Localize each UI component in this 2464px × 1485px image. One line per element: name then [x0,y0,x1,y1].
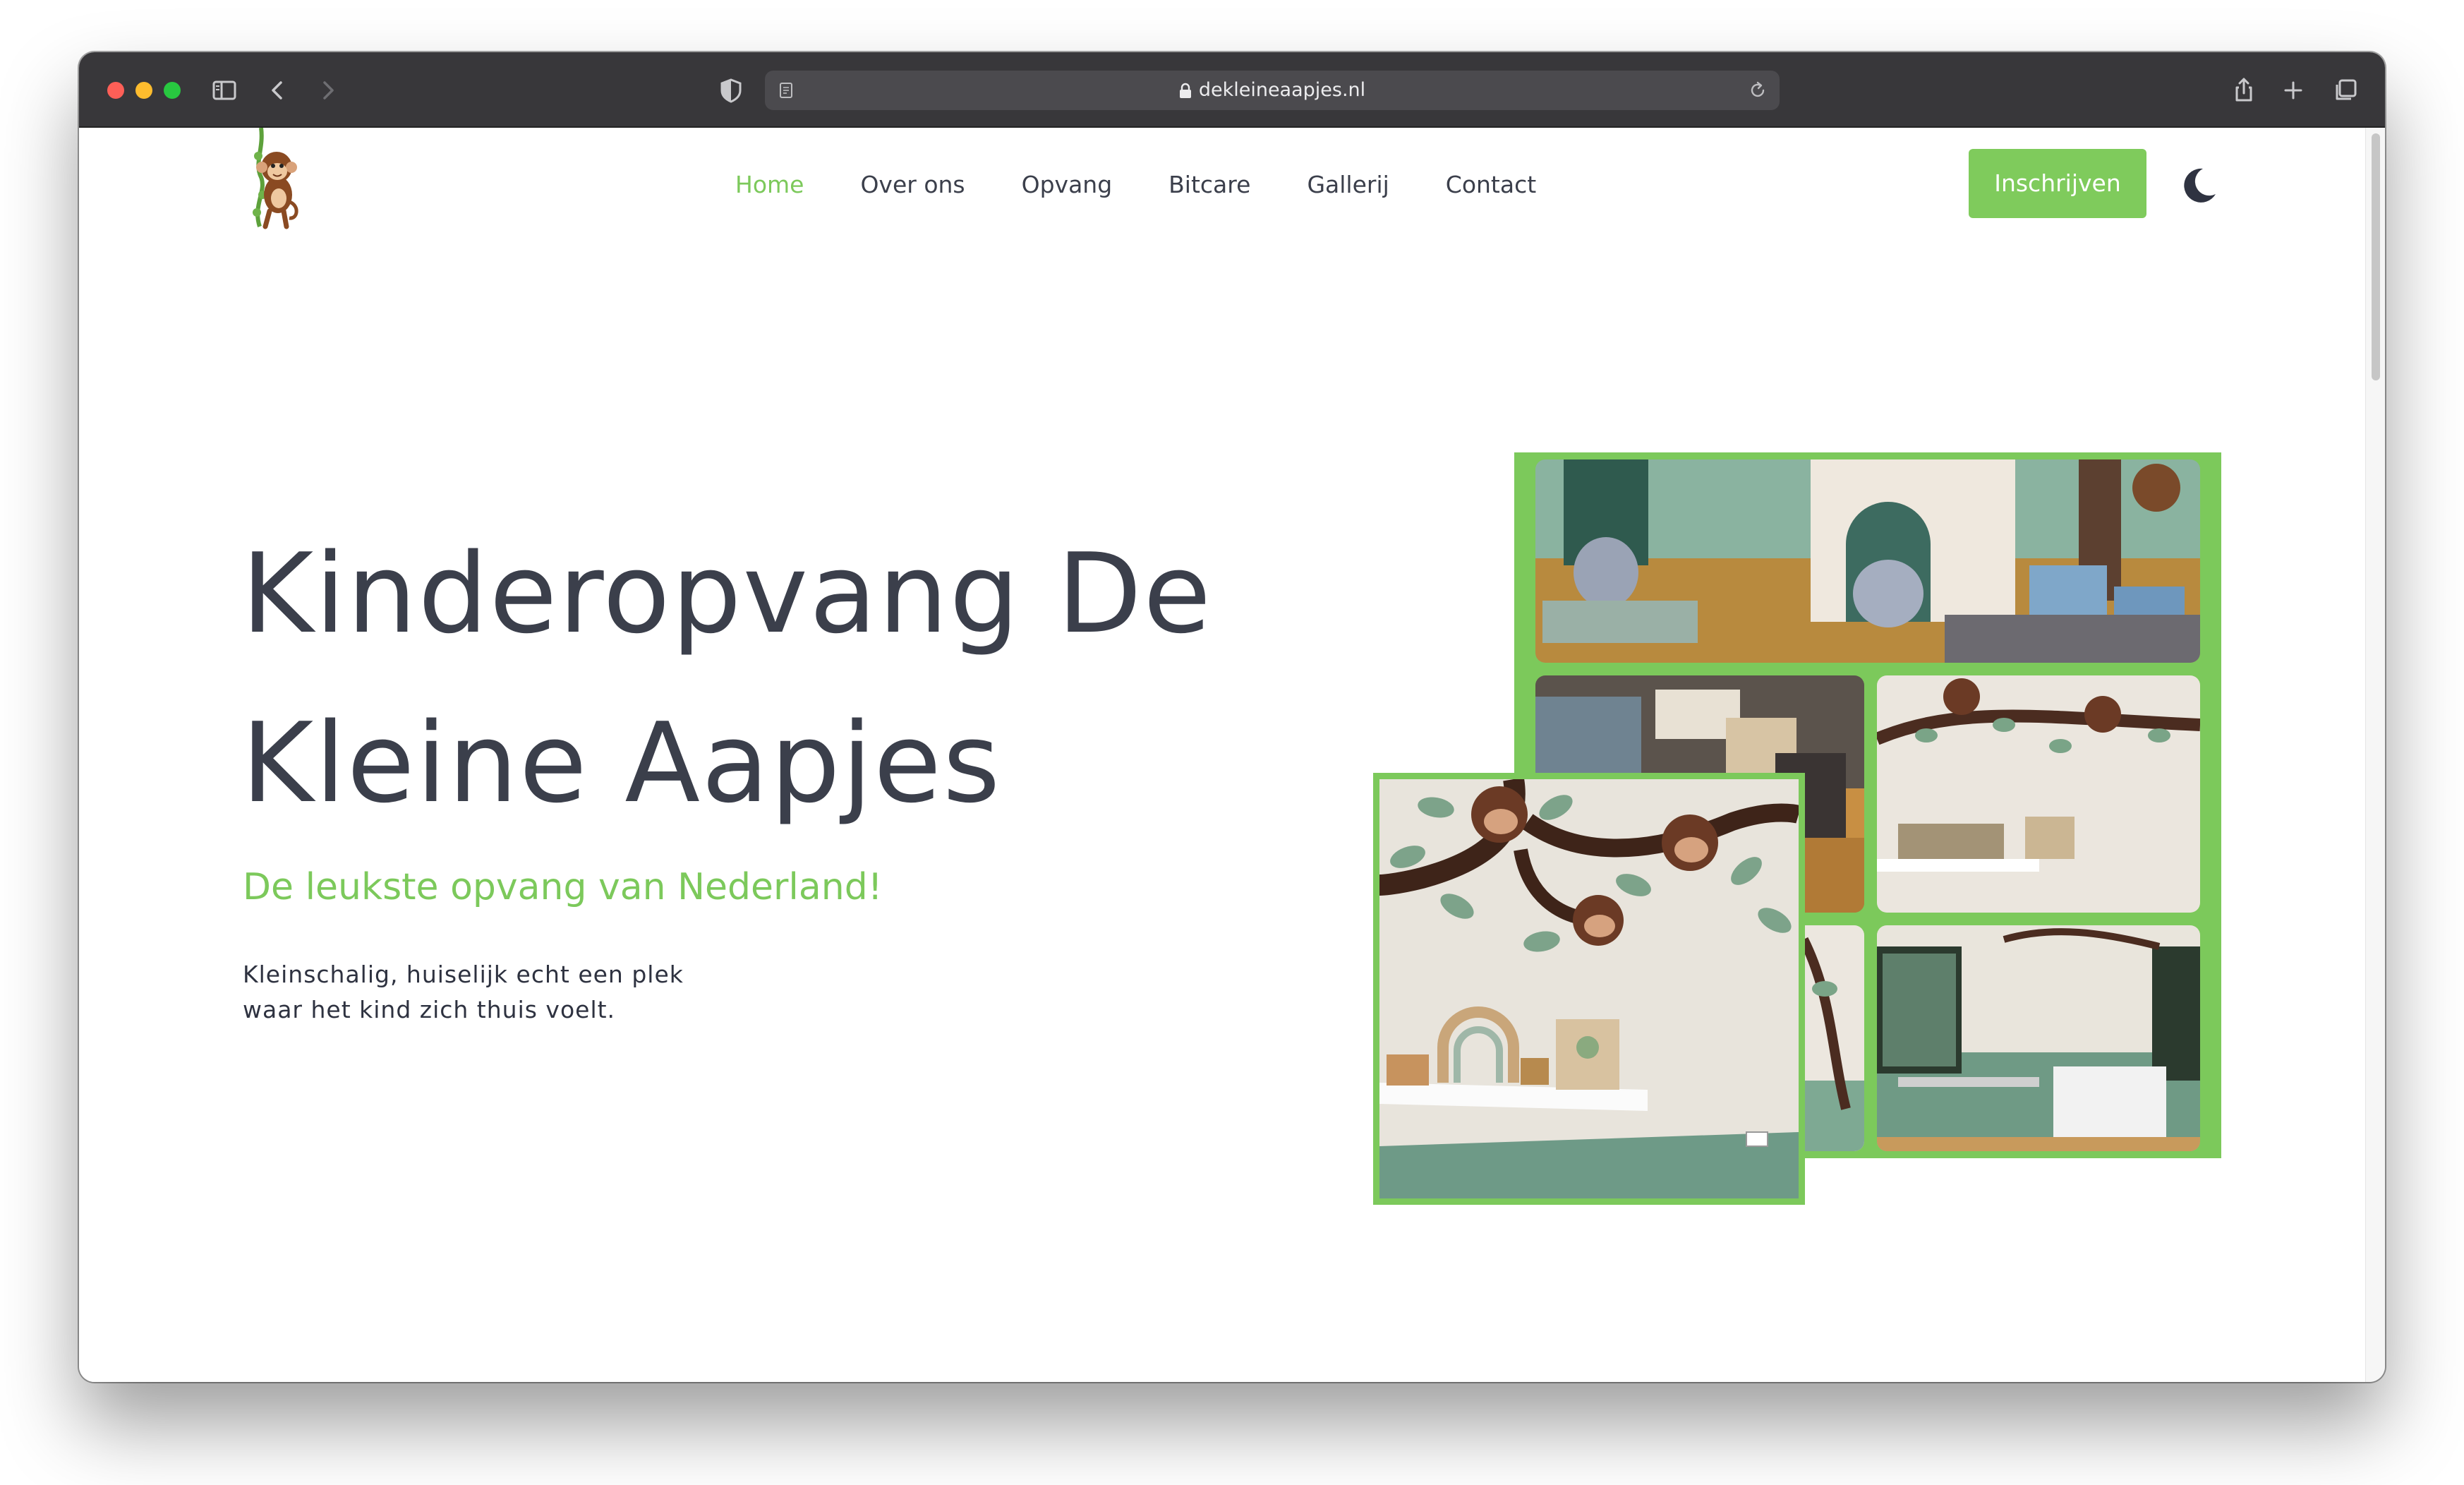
maximize-window-button[interactable] [164,82,181,99]
signup-button[interactable]: Inschrijven [1969,149,2146,218]
collage-photo-playroom [1535,459,2200,663]
main-nav: Home Over ons Opvang Bitcare Gallerij Co… [735,128,1593,241]
shield-icon[interactable] [714,73,748,107]
scrollbar-thumb[interactable] [2372,133,2380,380]
browser-window: dekleineaapjes.nl Home Over ons Opvang B… [79,52,2385,1382]
hero-description: Kleinschalig, huiselijk echt een plek wa… [243,957,737,1028]
collage-photo-group-room [1877,925,2200,1151]
sidebar-icon[interactable] [207,73,241,107]
nav-gallerij[interactable]: Gallerij [1307,171,1389,198]
forward-icon[interactable] [310,73,344,107]
tabs-icon[interactable] [2329,73,2362,107]
page-scrollbar[interactable] [2365,128,2385,1382]
hero-description-line-2: waar het kind zich thuis voelt. [243,996,616,1023]
hero-title-line-1: Kinderopvang De [241,529,1213,658]
address-bar[interactable]: dekleineaapjes.nl [765,71,1780,110]
lock-icon [1179,83,1191,98]
nav-opvang[interactable]: Opvang [1022,171,1113,198]
moon-icon[interactable] [2175,163,2220,208]
nav-contact[interactable]: Contact [1446,171,1536,198]
reload-icon[interactable] [1747,80,1768,101]
hero-subtitle: De leukste opvang van Nederland! [243,866,883,908]
nav-over-ons[interactable]: Over ons [860,171,965,198]
close-window-button[interactable] [107,82,124,99]
share-icon[interactable] [2227,73,2261,107]
web-page: Home Over ons Opvang Bitcare Gallerij Co… [79,127,2365,1382]
url-text: dekleineaapjes.nl [1198,79,1366,101]
nav-home[interactable]: Home [735,171,804,198]
back-icon[interactable] [261,73,295,107]
browser-toolbar: dekleineaapjes.nl [79,52,2385,128]
hero-title: Kinderopvang De Kleine Aapjes [241,509,1300,848]
hero-description-line-1: Kleinschalig, huiselijk echt een plek [243,961,684,988]
new-tab-icon[interactable] [2276,73,2310,107]
collage-photo-monkey-mural [1877,675,2200,913]
logo-icon[interactable] [233,127,303,234]
collage-photo-featured [1373,773,1805,1205]
hero-title-line-2: Kleine Aapjes [241,699,1002,827]
nav-bitcare[interactable]: Bitcare [1168,171,1250,198]
minimize-window-button[interactable] [135,82,152,99]
